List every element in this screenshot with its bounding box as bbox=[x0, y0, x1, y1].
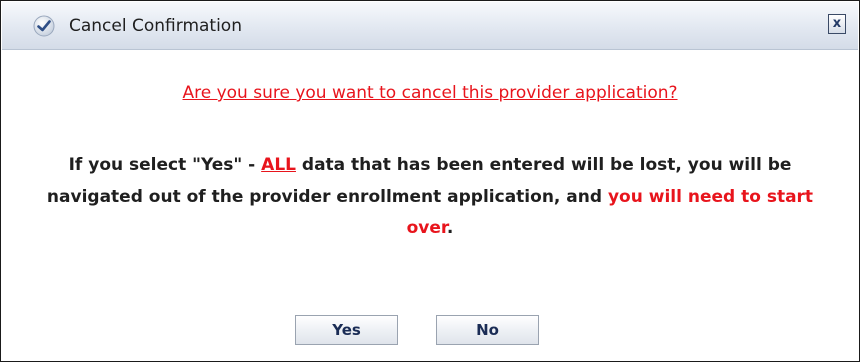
dialog-title: Cancel Confirmation bbox=[69, 16, 242, 36]
no-button[interactable]: No bbox=[436, 315, 539, 345]
close-button[interactable]: x bbox=[828, 14, 846, 34]
message-end: . bbox=[446, 218, 454, 238]
cancel-confirmation-dialog: Cancel Confirmation x Are you sure you w… bbox=[0, 0, 860, 362]
warning-message: If you select "Yes" - ALL data that has … bbox=[21, 150, 839, 245]
confirmation-question: Are you sure you want to cancel this pro… bbox=[182, 83, 678, 103]
message-emphasis-all: ALL bbox=[261, 155, 296, 175]
close-icon: x bbox=[832, 16, 842, 31]
message-part-1: If you select "Yes" - bbox=[68, 155, 262, 175]
checkmark-circle-icon bbox=[33, 15, 55, 37]
dialog-titlebar: Cancel Confirmation x bbox=[2, 2, 858, 50]
yes-button[interactable]: Yes bbox=[295, 315, 398, 345]
